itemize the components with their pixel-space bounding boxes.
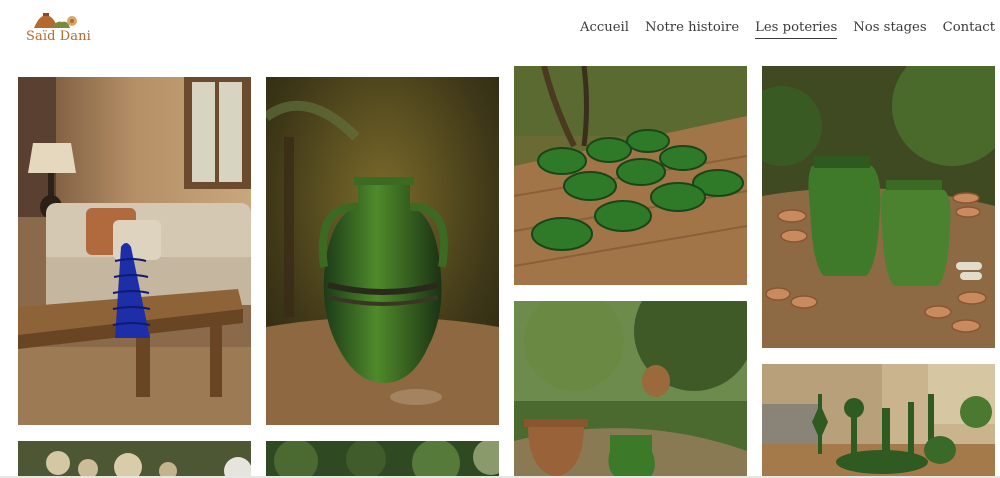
dried-flowers-photo[interactable]: [18, 441, 251, 478]
pottery-logo-icon: [34, 13, 77, 28]
brand-logo[interactable]: Saïd Dani: [26, 12, 91, 44]
green-candlesticks-photo[interactable]: [762, 364, 995, 478]
green-bowls-table-photo[interactable]: [514, 66, 747, 285]
blue-vase-living-room-photo[interactable]: [18, 77, 251, 425]
green-jars-garden-photo[interactable]: [762, 66, 995, 348]
main-navigation: Accueil Notre histoire Les poteries Nos …: [580, 20, 995, 39]
nav-item-nos-stages[interactable]: Nos stages: [853, 20, 926, 39]
green-amphora-outdoor-photo[interactable]: [266, 77, 499, 425]
garden-vase-photo[interactable]: [514, 301, 747, 478]
nav-item-accueil[interactable]: Accueil: [580, 20, 629, 39]
nav-item-contact[interactable]: Contact: [943, 20, 995, 39]
nav-item-notre-histoire[interactable]: Notre histoire: [645, 20, 739, 39]
brand-name: Saïd Dani: [26, 29, 91, 44]
nav-item-les-poteries[interactable]: Les poteries: [755, 20, 838, 39]
olive-trees-photo[interactable]: [266, 441, 499, 478]
